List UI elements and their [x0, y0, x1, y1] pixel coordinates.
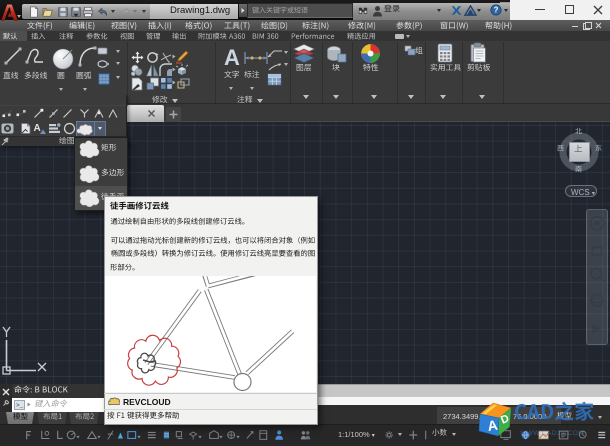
svg-text:A: A — [34, 123, 41, 134]
svg-text:?: ? — [494, 6, 499, 15]
